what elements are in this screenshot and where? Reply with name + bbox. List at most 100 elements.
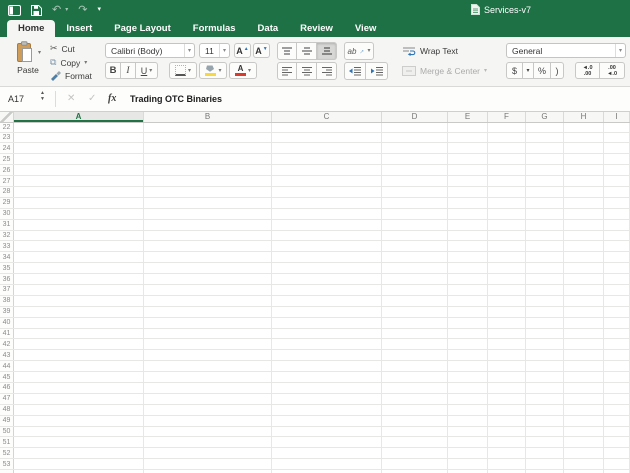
cell-B50[interactable]: [144, 427, 272, 437]
cell-B25[interactable]: [144, 154, 272, 164]
cell-I33[interactable]: [604, 241, 630, 251]
tab-formulas[interactable]: Formulas: [182, 20, 247, 37]
cell-B32[interactable]: [144, 231, 272, 241]
cell-C47[interactable]: [272, 394, 382, 404]
row-header-30[interactable]: 30: [0, 209, 14, 219]
cell-H40[interactable]: [564, 318, 604, 328]
cell-E34[interactable]: [448, 252, 488, 262]
text-orientation-button[interactable]: ab → ▾: [344, 42, 374, 60]
cell-F47[interactable]: [488, 394, 526, 404]
cell-E26[interactable]: [448, 165, 488, 175]
cell-I23[interactable]: [604, 133, 630, 143]
cell-B35[interactable]: [144, 263, 272, 273]
cell-B49[interactable]: [144, 416, 272, 426]
row-header-35[interactable]: 35: [0, 263, 14, 273]
cell-F26[interactable]: [488, 165, 526, 175]
cell-C46[interactable]: [272, 383, 382, 393]
tab-data[interactable]: Data: [247, 20, 290, 37]
row-header-29[interactable]: 29: [0, 198, 14, 208]
cell-E31[interactable]: [448, 220, 488, 230]
cell-G31[interactable]: [526, 220, 564, 230]
cell-B24[interactable]: [144, 143, 272, 153]
cell-G49[interactable]: [526, 416, 564, 426]
cell-B51[interactable]: [144, 437, 272, 447]
cell-D34[interactable]: [382, 252, 448, 262]
cell-F31[interactable]: [488, 220, 526, 230]
cell-I45[interactable]: [604, 372, 630, 382]
cell-E43[interactable]: [448, 350, 488, 360]
cell-D53[interactable]: [382, 459, 448, 469]
font-size-select[interactable]: 11 ▾: [199, 43, 230, 58]
cell-I51[interactable]: [604, 437, 630, 447]
cell-I30[interactable]: [604, 209, 630, 219]
cell-B41[interactable]: [144, 329, 272, 339]
cell-H39[interactable]: [564, 307, 604, 317]
cell-E25[interactable]: [448, 154, 488, 164]
cell-A46[interactable]: [14, 383, 144, 393]
cell-H26[interactable]: [564, 165, 604, 175]
cell-C43[interactable]: [272, 350, 382, 360]
tab-insert[interactable]: Insert: [55, 20, 103, 37]
align-right-button[interactable]: [317, 62, 337, 80]
tab-review[interactable]: Review: [289, 20, 344, 37]
cell-F44[interactable]: [488, 361, 526, 371]
cell-H33[interactable]: [564, 241, 604, 251]
cell-A22[interactable]: [14, 123, 144, 132]
cell-I38[interactable]: [604, 296, 630, 306]
cell-H51[interactable]: [564, 437, 604, 447]
cell-H45[interactable]: [564, 372, 604, 382]
row-header-50[interactable]: 50: [0, 427, 14, 437]
cell-F43[interactable]: [488, 350, 526, 360]
name-box-stepper[interactable]: ▲ ▼: [40, 91, 45, 102]
cell-E35[interactable]: [448, 263, 488, 273]
cell-F28[interactable]: [488, 187, 526, 197]
column-header-G[interactable]: G: [526, 112, 564, 122]
cell-H28[interactable]: [564, 187, 604, 197]
cell-A36[interactable]: [14, 274, 144, 284]
cell-F41[interactable]: [488, 329, 526, 339]
cell-B45[interactable]: [144, 372, 272, 382]
row-header-31[interactable]: 31: [0, 220, 14, 230]
cell-E39[interactable]: [448, 307, 488, 317]
cell-G42[interactable]: [526, 339, 564, 349]
cell-D22[interactable]: [382, 123, 448, 132]
column-header-H[interactable]: H: [564, 112, 604, 122]
cell-I35[interactable]: [604, 263, 630, 273]
row-header-27[interactable]: 27: [0, 176, 14, 186]
row-header-44[interactable]: 44: [0, 361, 14, 371]
cell-H44[interactable]: [564, 361, 604, 371]
wrap-text-button[interactable]: Wrap Text: [402, 46, 458, 56]
row-header-37[interactable]: 37: [0, 285, 14, 295]
cell-A29[interactable]: [14, 198, 144, 208]
cell-I39[interactable]: [604, 307, 630, 317]
cell-I53[interactable]: [604, 459, 630, 469]
cell-B47[interactable]: [144, 394, 272, 404]
cell-A39[interactable]: [14, 307, 144, 317]
cell-A49[interactable]: [14, 416, 144, 426]
cell-C24[interactable]: [272, 143, 382, 153]
cell-B28[interactable]: [144, 187, 272, 197]
cell-E37[interactable]: [448, 285, 488, 295]
cell-D37[interactable]: [382, 285, 448, 295]
cell-G26[interactable]: [526, 165, 564, 175]
cell-C34[interactable]: [272, 252, 382, 262]
cell-F33[interactable]: [488, 241, 526, 251]
cell-C40[interactable]: [272, 318, 382, 328]
cell-A31[interactable]: [14, 220, 144, 230]
increase-decimal-button[interactable]: ◄.0 .00: [575, 62, 600, 79]
borders-button[interactable]: ▾: [169, 62, 197, 79]
cell-G28[interactable]: [526, 187, 564, 197]
cell-E22[interactable]: [448, 123, 488, 132]
cell-C23[interactable]: [272, 133, 382, 143]
cell-H42[interactable]: [564, 339, 604, 349]
cell-F39[interactable]: [488, 307, 526, 317]
cell-H22[interactable]: [564, 123, 604, 132]
cell-C41[interactable]: [272, 329, 382, 339]
tab-page-layout[interactable]: Page Layout: [103, 20, 182, 37]
cell-H27[interactable]: [564, 176, 604, 186]
cell-E24[interactable]: [448, 143, 488, 153]
cell-I24[interactable]: [604, 143, 630, 153]
row-header-45[interactable]: 45: [0, 372, 14, 382]
cell-D28[interactable]: [382, 187, 448, 197]
cell-A48[interactable]: [14, 405, 144, 415]
